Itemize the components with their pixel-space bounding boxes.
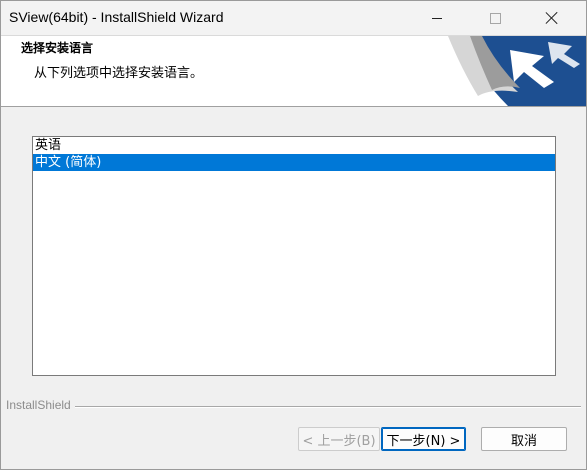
maximize-icon [489,12,501,24]
installshield-label: InstallShield [6,398,73,412]
window-title: SView(64bit) - InstallShield Wizard [9,9,224,25]
minimize-button[interactable] [414,1,460,35]
next-button[interactable]: 下一步(N) > [381,427,466,451]
list-item-english[interactable]: 英语 [33,137,555,154]
installshield-logo-icon [448,36,586,106]
minimize-icon [432,17,442,19]
installer-window: SView(64bit) - InstallShield Wizard 选择安装… [0,0,587,470]
separator-line [75,406,581,408]
back-button[interactable]: < 上一步(B) [298,427,380,451]
language-listbox[interactable]: 英语 中文 (简体) [32,136,556,376]
close-icon [545,11,559,25]
list-item-chinese-simplified[interactable]: 中文 (简体) [33,154,555,171]
close-button[interactable] [529,1,575,35]
cancel-button[interactable]: 取消 [481,427,567,451]
installshield-separator: InstallShield [1,398,581,414]
page-heading: 选择安装语言 [21,41,94,55]
header-banner: 选择安装语言 从下列选项中选择安装语言。 [1,36,586,107]
maximize-button[interactable] [472,1,518,35]
title-bar[interactable]: SView(64bit) - InstallShield Wizard [1,1,586,36]
page-subheading: 从下列选项中选择安装语言。 [34,66,204,81]
